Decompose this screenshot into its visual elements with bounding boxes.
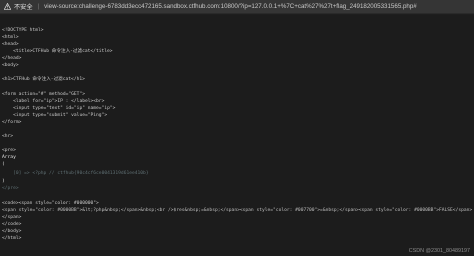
source-line: <label for="ip">IP : </label><br> [2, 98, 104, 105]
source-code-text: </html> [2, 236, 22, 241]
source-line: </body> [2, 228, 21, 235]
source-line: [0] => <?php // ctfhub{90c4cf6ce0041319d… [2, 170, 149, 177]
source-code-text: Array [2, 155, 16, 160]
source-code-text: <input type="submit" value="Ping"> [2, 113, 108, 118]
source-code-text: <code><span style="color: #000000"> [2, 201, 99, 206]
source-code-text: <label for="ip">IP : </label><br> [2, 99, 105, 104]
warning-icon[interactable] [3, 3, 11, 11]
source-code-text: [0] => <?php // ctfhub{90c4cf6ce0041319d… [2, 171, 149, 176]
source-line: </span> [2, 214, 21, 221]
source-line: <title>CTFHub 命令注入-过滤cat</title> [2, 48, 113, 55]
source-line: <!DOCTYPE html> [2, 27, 44, 34]
source-code-text: <h1>CTFHub 命令注入-过滤cat</h1> [2, 77, 85, 82]
source-code-text: </form> [2, 120, 22, 125]
source-line: Array [2, 154, 16, 161]
url-text[interactable]: view-source:challenge-6783dd3ecc472165.s… [44, 3, 417, 10]
source-line: <head> [2, 41, 19, 48]
csdn-watermark: CSDN @2301_80489197 [408, 248, 470, 254]
source-code-text: </code> [2, 222, 22, 227]
source-code-text: </pre> [2, 186, 19, 191]
source-line: <span style="color: #0000BB">&lt;?php&nb… [2, 207, 472, 214]
source-line: ) [2, 178, 5, 185]
source-line: ( [2, 161, 5, 168]
source-code-text: <title>CTFHub 命令注入-过滤cat</title> [2, 49, 113, 54]
source-line: </code> [2, 221, 21, 228]
source-code-text: </span> [2, 215, 22, 220]
source-line: <input type="text" id="ip" name="ip"> [2, 105, 115, 112]
source-line: <html> [2, 34, 19, 41]
source-code-text: ( [2, 162, 5, 167]
source-code-text: <form action="#" method="GET"> [2, 92, 85, 97]
source-code-text: <pre> [2, 148, 16, 153]
source-line: </head> [2, 55, 21, 62]
source-line: </pre> [2, 185, 19, 192]
source-line: <body> [2, 62, 19, 69]
address-bar[interactable]: 不安全 | view-source:challenge-6783dd3ecc47… [0, 0, 474, 14]
source-code-text: <!DOCTYPE html> [2, 28, 44, 33]
source-code-text: </body> [2, 229, 22, 234]
source-code-text: </head> [2, 56, 22, 61]
source-line: <pre> [2, 147, 16, 154]
source-code-text: <hr> [2, 134, 14, 139]
source-line: <h1>CTFHub 命令注入-过滤cat</h1> [2, 76, 85, 83]
source-line: <input type="submit" value="Ping"> [2, 112, 107, 119]
source-line: </form> [2, 119, 21, 126]
source-line: <code><span style="color: #000000"> [2, 200, 99, 207]
source-code-text: <input type="text" id="ip" name="ip"> [2, 106, 116, 111]
address-separator: | [37, 3, 40, 10]
source-code-text: <span style="color: #0000BB">&lt;?php&nb… [2, 208, 473, 213]
source-line: <form action="#" method="GET"> [2, 91, 85, 98]
source-code-text: ) [2, 179, 5, 184]
source-line: </html> [2, 235, 21, 242]
source-line: <hr> [2, 133, 13, 140]
source-code-text: <body> [2, 63, 19, 68]
security-status-label[interactable]: 不安全 [14, 2, 33, 11]
source-code-text: <html> [2, 35, 19, 40]
source-code-text: <head> [2, 42, 19, 47]
view-source-panel: <!DOCTYPE html> <html> <head> <title>CTF… [0, 15, 474, 256]
